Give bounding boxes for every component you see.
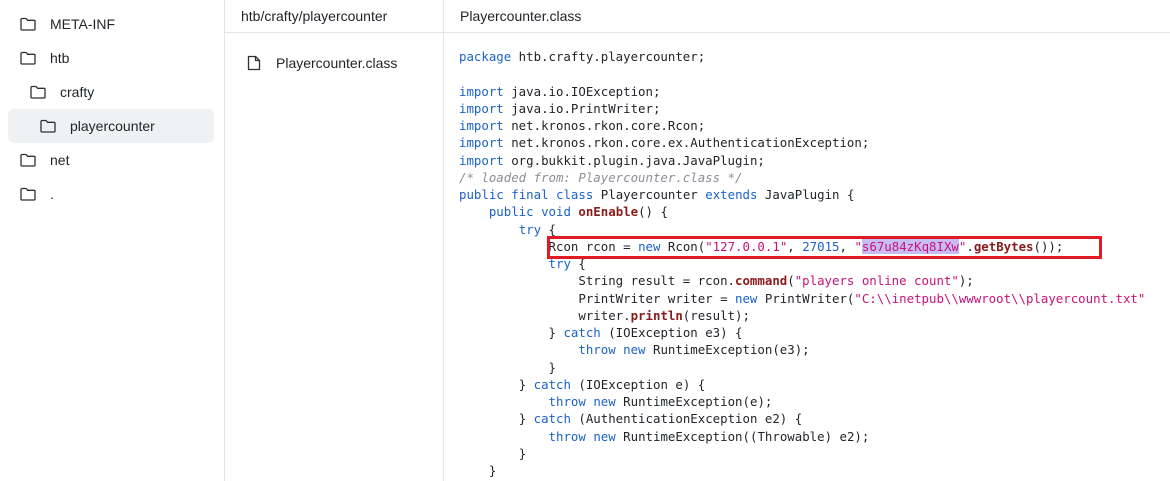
folder-icon [20, 51, 36, 65]
token: Rcon rcon = [548, 238, 639, 254]
file-item-playercounter-class[interactable]: Playercounter.class [247, 46, 397, 80]
token: new [638, 238, 661, 254]
token: } [518, 376, 534, 392]
token: extends [705, 187, 758, 202]
token: throw [548, 394, 586, 409]
package-tree: META-INF htb crafty playercounter net . [0, 0, 225, 481]
token: public [488, 204, 534, 220]
tree-item-playercounter[interactable]: playercounter [8, 109, 214, 143]
token: { [570, 256, 586, 271]
token: ()); [1033, 238, 1064, 254]
token: (result); [682, 307, 750, 323]
token: Rcon( [660, 238, 706, 254]
token: import [459, 135, 504, 151]
token: throw [578, 342, 616, 358]
token: catch [533, 411, 571, 427]
tree-item-label: META-INF [50, 16, 116, 32]
token: (IOException e3) { [600, 325, 743, 340]
token: PrintWriter writer = [578, 290, 736, 306]
file-icon [247, 55, 261, 71]
token: (IOException e) { [570, 376, 706, 392]
code-content[interactable]: package htb.crafty.playercounter; import … [459, 48, 1145, 479]
token: } [518, 411, 534, 427]
token: new [593, 394, 616, 409]
token: getBytes [973, 238, 1034, 254]
token: catch [533, 376, 571, 392]
token: package [459, 49, 512, 64]
token: } [548, 325, 564, 340]
token: onEnable [578, 204, 639, 220]
code-comment: /* loaded from: Playercounter.class */ [459, 169, 743, 185]
file-item-label: Playercounter.class [276, 55, 398, 71]
token: java.io.IOException; [503, 83, 661, 99]
folder-icon [20, 17, 36, 31]
token: net.kronos.rkon.core.ex.AuthenticationEx… [503, 135, 870, 151]
tree-item-label: playercounter [70, 118, 155, 134]
token: "127.0.0.1" [705, 238, 788, 254]
token: throw [548, 428, 586, 444]
token: "C:\\inetpub\\wwwroot\\playercount.txt" [854, 290, 1146, 306]
token: " [854, 238, 862, 254]
code-viewer-header: Playercounter.class [444, 0, 1170, 33]
token: println [630, 307, 683, 323]
token: final [511, 187, 549, 202]
token: , [787, 238, 803, 254]
tree-item-label: htb [50, 50, 70, 66]
token: RuntimeException((Throwable) e2); [615, 428, 870, 444]
token: 27015 [802, 238, 840, 254]
token: import [459, 83, 504, 99]
file-list-header: htb/crafty/playercounter [225, 0, 443, 33]
rcon-password-selection[interactable]: s67u84zKq8IXw [861, 238, 959, 254]
token: ); [958, 273, 974, 289]
token: try [548, 256, 571, 271]
code-viewer: Playercounter.class package htb.crafty.p… [444, 0, 1170, 481]
token: } [518, 445, 527, 461]
tree-item-meta-inf[interactable]: META-INF [20, 7, 115, 41]
folder-icon [20, 187, 36, 201]
token: import [459, 100, 504, 116]
token: () { [638, 204, 668, 220]
token: } [548, 359, 556, 375]
folder-icon [20, 153, 36, 167]
token: { [541, 221, 556, 237]
token: writer. [578, 307, 631, 323]
tree-item-crafty[interactable]: crafty [30, 75, 94, 109]
token: Playercounter [593, 187, 706, 202]
token: try [518, 221, 542, 237]
token: net.kronos.rkon.core.Rcon; [503, 118, 706, 133]
token: JavaPlugin { [757, 187, 855, 202]
folder-icon [30, 85, 46, 99]
token: PrintWriter( [757, 290, 855, 306]
token: org.bukkit.plugin.java.JavaPlugin; [503, 152, 765, 168]
file-list-pane: htb/crafty/playercounter Playercounter.c… [225, 0, 444, 481]
token: htb.crafty.playercounter; [511, 49, 706, 64]
tree-item-root[interactable]: . [20, 177, 54, 211]
token: command [735, 273, 788, 289]
token: "players online count" [794, 273, 959, 289]
token: class [556, 187, 594, 202]
token: catch [563, 325, 601, 340]
token: RuntimeException(e); [615, 394, 773, 409]
token: (AuthenticationException e2) { [570, 411, 803, 427]
tree-item-htb[interactable]: htb [20, 41, 69, 75]
token: java.io.PrintWriter; [503, 100, 661, 116]
token: public [459, 187, 504, 202]
tree-item-label: net [50, 152, 70, 168]
token: RuntimeException(e3); [645, 342, 810, 358]
tree-item-net[interactable]: net [20, 143, 69, 177]
token: } [488, 463, 497, 478]
folder-icon [40, 119, 56, 133]
token: new [593, 428, 616, 444]
token: void [541, 204, 571, 220]
tree-item-label: . [50, 186, 54, 202]
token: new [735, 290, 758, 306]
token: ( [787, 273, 795, 289]
token: import [459, 118, 504, 133]
token: new [623, 342, 646, 358]
tree-item-label: crafty [60, 84, 95, 100]
token: import [459, 152, 504, 168]
token: String result = rcon. [578, 273, 736, 289]
token: " [958, 238, 967, 254]
token: , [839, 238, 855, 254]
